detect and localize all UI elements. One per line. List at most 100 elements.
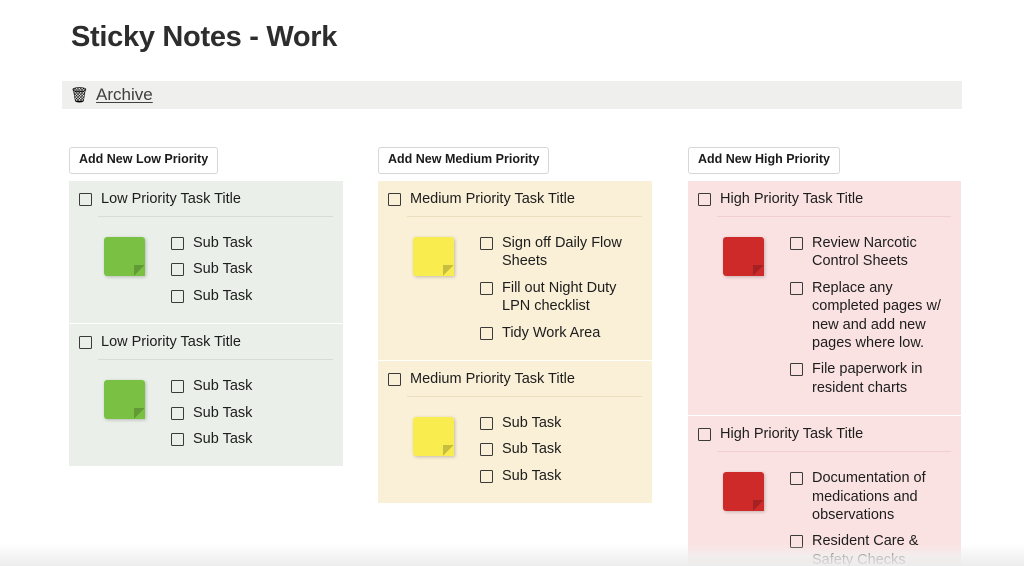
subtask-item: Sub Task [171, 377, 327, 395]
task-card-title: Medium Priority Task Title [410, 370, 575, 387]
subtask-label: Review Narcotic Control Sheets [812, 234, 917, 270]
subtask-item: Sign off Daily Flow Sheets [480, 234, 636, 271]
task-checkbox[interactable] [698, 192, 711, 206]
subtask-checkbox[interactable] [790, 281, 803, 295]
subtask-checkbox[interactable] [480, 469, 493, 483]
subtask-label: Tidy Work Area [502, 324, 601, 341]
archive-bar[interactable]: 🗑 Archive [62, 81, 962, 109]
subtask-list: Documentation of medications and observa… [790, 469, 953, 566]
task-checkbox[interactable] [388, 192, 401, 206]
task-card-header: High Priority Task Title [688, 181, 961, 216]
task-card-header: High Priority Task Title [688, 416, 961, 451]
subtask-checkbox[interactable] [480, 281, 493, 295]
subtask-checkbox[interactable] [480, 443, 493, 457]
task-card: Medium Priority Task Title Sign off Daily… [378, 180, 652, 360]
task-card: Low Priority Task Title Sub Task Sub Task S… [69, 323, 343, 467]
card-stack-low: Low Priority Task Title Sub Task Sub Task S… [69, 180, 343, 467]
subtask-checkbox[interactable] [790, 236, 803, 250]
sticky-note-slot [77, 234, 171, 276]
task-checkbox[interactable] [79, 192, 92, 206]
task-card: Medium Priority Task Title Sub Task Sub Ta… [378, 359, 652, 504]
subtask-checkbox[interactable] [171, 263, 184, 277]
task-card: High Priority Task Title Review Narcotic … [688, 180, 961, 416]
trash-icon: 🗑 [70, 86, 90, 104]
archive-link[interactable]: Archive [96, 85, 153, 105]
subtask-label: Sub Task [502, 415, 562, 432]
subtask-checkbox[interactable] [790, 363, 803, 377]
subtask-label: Sub Task [193, 404, 253, 421]
add-new-medium-priority-button[interactable]: Add New Medium Priority [378, 147, 550, 174]
sticky-note-slot [77, 377, 171, 420]
subtask-item: Tidy Work Area [480, 324, 636, 342]
task-card-title: Low Priority Task Title [101, 334, 241, 351]
sticky-note-icon[interactable] [412, 236, 454, 276]
subtask-item: Replace any completed pages w/ new and a… [790, 279, 945, 353]
subtask-checkbox[interactable] [171, 406, 184, 420]
subtask-checkbox[interactable] [171, 289, 184, 303]
subtask-label: Sub Task [193, 378, 253, 395]
subtask-label: Sub Task [193, 287, 253, 304]
sticky-note-icon[interactable] [722, 236, 764, 276]
subtask-checkbox[interactable] [171, 380, 184, 394]
task-card: Low Priority Task Title Sub Task Sub Task S… [69, 180, 343, 324]
add-new-high-priority-button[interactable]: Add New High Priority [688, 147, 840, 174]
subtask-item: Sub Task [171, 234, 327, 252]
subtask-item: Resident Care & Safety Checks [790, 532, 945, 566]
task-card-title: High Priority Task Title [720, 190, 864, 207]
subtask-label: Sign off Daily Flow Sheets [502, 234, 622, 270]
subtask-label: Sub Task [502, 441, 562, 458]
task-card-body: Sub Task Sub Task Sub Task [69, 360, 343, 466]
subtask-label: Replace any completed pages w/ new and a… [812, 279, 941, 351]
subtask-list: Sub Task Sub Task Sub Task [171, 377, 335, 448]
sticky-note-icon[interactable] [412, 417, 454, 457]
subtask-label: Sub Task [193, 431, 253, 448]
task-card: High Priority Task Title Documentation of… [688, 415, 961, 566]
sticky-note-slot [696, 469, 790, 512]
subtask-item: Documentation of medications and observa… [790, 469, 945, 524]
subtask-label: File paperwork in resident charts [812, 361, 923, 396]
subtask-label: Sub Task [193, 234, 253, 251]
task-checkbox[interactable] [698, 428, 711, 442]
sticky-note-icon[interactable] [103, 380, 145, 420]
task-checkbox[interactable] [388, 372, 401, 386]
task-card-header: Medium Priority Task Title [378, 181, 652, 216]
subtask-checkbox[interactable] [171, 236, 184, 250]
subtask-label: Sub Task [193, 261, 253, 278]
task-card-body: Sub Task Sub Task Sub Task [378, 397, 652, 503]
subtask-checkbox[interactable] [480, 417, 493, 431]
subtask-item: Sub Task [480, 440, 636, 458]
add-new-low-priority-button[interactable]: Add New Low Priority [69, 147, 219, 174]
sticky-note-slot [696, 234, 790, 276]
card-stack-medium: Medium Priority Task Title Sign off Daily… [378, 180, 652, 504]
subtask-label: Fill out Night Duty LPN checklist [502, 279, 617, 315]
column-medium-priority: Add New Medium Priority Medium Priority T… [378, 147, 652, 504]
task-card-header: Medium Priority Task Title [378, 361, 652, 396]
task-card-title: Medium Priority Task Title [410, 190, 575, 207]
subtask-list: Review Narcotic Control Sheets Replace an… [790, 234, 953, 397]
sticky-notes-board: Sticky Notes - Work 🗑 Archive Add New Lo… [0, 0, 1024, 566]
subtask-checkbox[interactable] [790, 472, 803, 486]
sticky-note-icon[interactable] [722, 472, 764, 512]
task-card-title: Low Priority Task Title [101, 190, 241, 207]
task-card-body: Documentation of medications and observa… [688, 452, 961, 566]
subtask-checkbox[interactable] [480, 236, 493, 250]
subtask-label: Sub Task [502, 467, 562, 484]
card-stack-high: High Priority Task Title Review Narcotic … [688, 180, 961, 566]
subtask-checkbox[interactable] [171, 433, 184, 447]
subtask-item: Sub Task [171, 404, 327, 422]
subtask-checkbox[interactable] [480, 326, 493, 340]
sticky-note-slot [386, 414, 480, 457]
subtask-item: Fill out Night Duty LPN checklist [480, 279, 636, 316]
sticky-note-slot [386, 234, 480, 276]
subtask-list: Sub Task Sub Task Sub Task [171, 234, 335, 305]
task-card-title: High Priority Task Title [720, 426, 864, 443]
subtask-item: Sub Task [171, 287, 327, 305]
task-checkbox[interactable] [79, 336, 92, 350]
task-card-header: Low Priority Task Title [69, 324, 343, 359]
page-title: Sticky Notes - Work [71, 21, 338, 53]
task-card-body: Sign off Daily Flow Sheets Fill out Night… [378, 217, 652, 360]
subtask-item: Review Narcotic Control Sheets [790, 234, 945, 271]
subtask-checkbox[interactable] [790, 535, 803, 549]
sticky-note-icon[interactable] [103, 236, 145, 276]
subtask-list: Sign off Daily Flow Sheets Fill out Night… [480, 234, 644, 342]
